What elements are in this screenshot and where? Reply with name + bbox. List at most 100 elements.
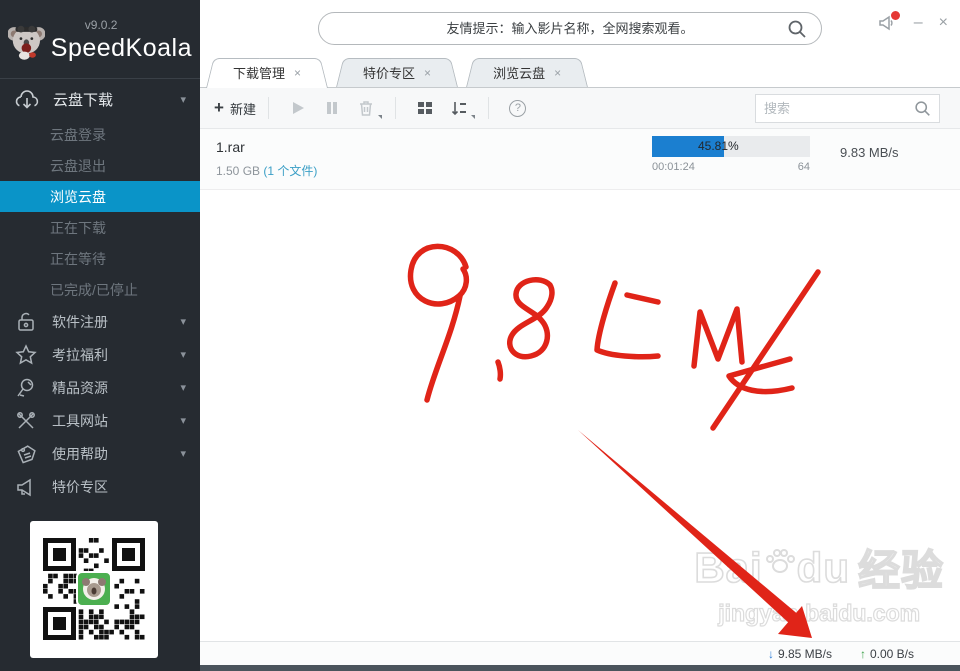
file-size: 1.50 GB (1 个文件) xyxy=(216,162,317,179)
plus-icon: + xyxy=(214,98,224,117)
tab-download-manager[interactable]: 下载管理 × xyxy=(206,58,328,87)
sort-button[interactable] xyxy=(446,95,475,121)
grid-icon xyxy=(417,102,432,114)
progress-percent: 45.81% xyxy=(698,139,739,153)
tab-bar: 下载管理 × 特价专区 × 浏览云盘 × xyxy=(200,57,960,88)
file-count: (1 个文件) xyxy=(263,164,318,178)
help-button[interactable]: ? xyxy=(505,95,531,121)
sidebar-item-label: 云盘登录 xyxy=(50,126,106,143)
sidebar-item-downloading[interactable]: 正在下载 xyxy=(0,212,200,243)
total-upload-speed: ↑ 0.00 B/s xyxy=(860,647,914,661)
sidebar-item-special-offers[interactable]: 特价专区 xyxy=(0,470,200,503)
tools-icon xyxy=(14,409,38,433)
chevron-down-icon: ▾ xyxy=(180,382,186,394)
tab-browse-cloud[interactable]: 浏览云盘 × xyxy=(466,58,588,87)
download-task-row[interactable]: 1.rar 1.50 GB (1 个文件) 45.81% 00:01:24 64… xyxy=(200,129,960,190)
status-bar: ↓ 9.85 MB/s ↑ 0.00 B/s xyxy=(200,641,960,665)
search-icon[interactable] xyxy=(787,19,807,39)
koala-logo-icon xyxy=(8,25,45,60)
red-arrow xyxy=(578,430,812,638)
sidebar-item-cloud-login[interactable]: 云盘登录 xyxy=(0,119,200,150)
letter-s xyxy=(726,356,795,395)
window-bottom-edge xyxy=(200,665,960,671)
app-name: SpeedKoala xyxy=(50,33,192,62)
decimal-point xyxy=(495,359,504,382)
sidebar-item-software-register[interactable]: 软件注册 ▾ xyxy=(0,305,200,338)
tab-label: 特价专区 xyxy=(363,66,416,81)
sidebar-group-label: 云盘下载 xyxy=(53,91,114,109)
sidebar-item-finished-stopped[interactable]: 已完成/已停止 xyxy=(0,274,200,305)
sidebar-item-label: 考拉福利 xyxy=(52,346,108,363)
cloud-download-icon xyxy=(15,90,39,109)
chevron-down-icon: ▾ xyxy=(180,316,186,328)
sidebar-item-label: 特价专区 xyxy=(52,478,108,495)
qr-code xyxy=(30,521,200,663)
tab-close-icon[interactable]: × xyxy=(294,66,301,80)
sidebar-item-label: 工具网站 xyxy=(52,412,108,429)
sidebar-item-label: 正在等待 xyxy=(50,250,106,267)
delete-button[interactable] xyxy=(353,95,382,121)
app-window: v9.0.2 SpeedKoala 云盘下载 ▾ 云盘登录 云盘退出 浏览云盘 … xyxy=(0,0,960,671)
view-mode-button[interactable] xyxy=(412,95,438,121)
digit-9-tail xyxy=(424,293,463,403)
sidebar-item-label: 精品资源 xyxy=(52,379,108,396)
star-icon xyxy=(14,343,38,367)
sidebar-item-waiting[interactable]: 正在等待 xyxy=(0,243,200,274)
close-button[interactable]: × xyxy=(939,15,948,31)
progress-bar: 45.81% xyxy=(652,136,810,157)
digit-5-top xyxy=(624,292,661,305)
sidebar-item-label: 浏览云盘 xyxy=(50,188,106,205)
notification-badge xyxy=(890,11,900,20)
dropdown-arrow-icon xyxy=(377,115,382,119)
minimize-button[interactable]: – xyxy=(914,15,923,31)
sidebar-item-help[interactable]: 使用帮助 ▾ xyxy=(0,437,200,470)
window-controls: – × xyxy=(878,11,948,32)
main-area: – × 下载管理 × 特价专区 × 浏览云盘 × + 新建 xyxy=(200,0,960,671)
sidebar-item-koala-welfare[interactable]: 考拉福利 ▾ xyxy=(0,338,200,371)
announcement-icon[interactable] xyxy=(878,11,900,32)
sidebar: v9.0.2 SpeedKoala 云盘下载 ▾ 云盘登录 云盘退出 浏览云盘 … xyxy=(0,0,200,671)
sidebar-item-tool-sites[interactable]: 工具网站 ▾ xyxy=(0,404,200,437)
download-speed-value: 9.85 MB/s xyxy=(777,646,832,661)
global-search-box[interactable] xyxy=(318,12,822,45)
total-download-speed: ↓ 9.85 MB/s xyxy=(768,647,832,661)
global-search-input[interactable] xyxy=(319,21,787,36)
sidebar-item-premium-resources[interactable]: 精品资源 ▾ xyxy=(0,371,200,404)
tab-close-icon[interactable]: × xyxy=(424,66,431,80)
content-canvas: Bai du 经验 jingyan.baidu.com xyxy=(200,190,960,641)
sidebar-item-label: 使用帮助 xyxy=(52,445,108,462)
new-task-button[interactable]: + 新建 xyxy=(214,98,256,118)
handwritten-annotation xyxy=(407,243,821,638)
sidebar-item-cloud-logout[interactable]: 云盘退出 xyxy=(0,150,200,181)
file-name: 1.rar xyxy=(216,139,245,155)
tab-special-offers[interactable]: 特价专区 × xyxy=(336,58,458,87)
help-icon: ? xyxy=(509,99,527,117)
logo-text: v9.0.2 SpeedKoala xyxy=(51,18,192,63)
new-task-label: 新建 xyxy=(229,101,256,117)
sidebar-item-label: 软件注册 xyxy=(52,313,108,330)
download-speed: 9.83 MB/s xyxy=(840,145,899,160)
search-icon[interactable] xyxy=(914,100,931,117)
pause-button[interactable] xyxy=(319,95,345,121)
chevron-down-icon: ▾ xyxy=(180,448,186,460)
top-header: – × xyxy=(200,0,960,57)
tab-label: 下载管理 xyxy=(233,66,286,81)
tab-close-icon[interactable]: × xyxy=(554,66,561,80)
toolbar-separator xyxy=(267,97,269,119)
toolbar: + 新建 ? xyxy=(200,88,960,129)
slash xyxy=(710,269,821,431)
upload-arrow-icon: ↑ xyxy=(859,646,866,661)
task-search-input[interactable] xyxy=(764,101,914,116)
elapsed-time: 00:01:24 xyxy=(652,161,695,173)
chevron-down-icon: ▾ xyxy=(180,349,186,361)
download-arrow-icon: ↓ xyxy=(767,646,774,661)
toolbar-separator xyxy=(487,97,489,119)
sidebar-item-label: 云盘退出 xyxy=(50,157,106,174)
sidebar-item-browse-cloud[interactable]: 浏览云盘 xyxy=(0,181,200,212)
tag-icon xyxy=(14,442,38,466)
start-button[interactable] xyxy=(285,95,311,121)
sidebar-group-cloud-download[interactable]: 云盘下载 ▾ xyxy=(0,79,200,119)
task-search-box[interactable] xyxy=(755,94,940,123)
file-size-value: 1.50 GB xyxy=(216,164,264,178)
dropdown-arrow-icon xyxy=(470,115,475,119)
